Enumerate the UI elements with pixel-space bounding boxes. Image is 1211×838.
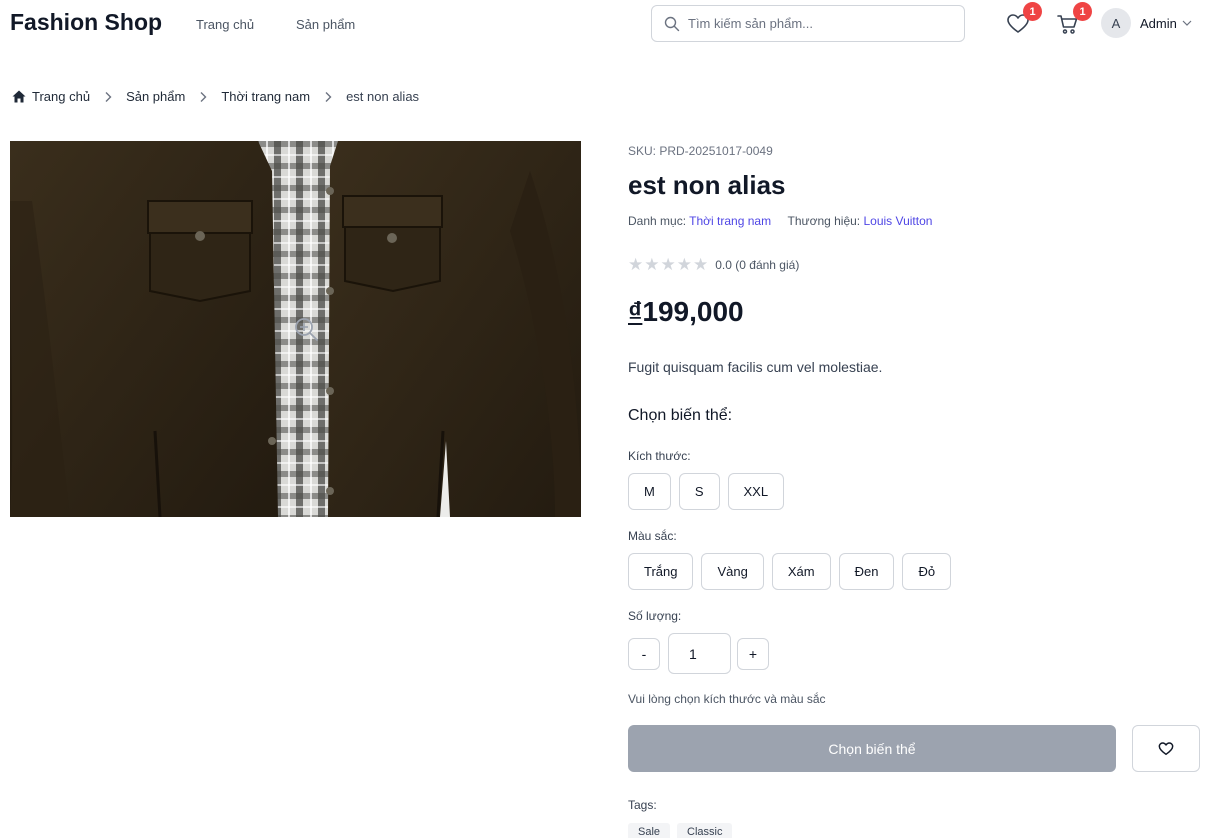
chevron-down-icon: [1182, 20, 1192, 26]
star-icon: ★: [628, 255, 644, 274]
breadcrumb-category[interactable]: Thời trang nam: [221, 89, 310, 104]
star-icon: ★: [644, 255, 660, 274]
color-label: Màu sắc:: [628, 529, 677, 543]
star-icon: ★: [693, 255, 709, 274]
category-link[interactable]: Thời trang nam: [689, 214, 771, 228]
chevron-right-icon: [104, 91, 112, 103]
quantity-input[interactable]: [668, 633, 731, 674]
cart-button[interactable]: 1: [1056, 2, 1092, 36]
product-title: est non alias: [628, 170, 786, 200]
brand-link[interactable]: Louis Vuitton: [863, 214, 932, 228]
product-meta: Danh mục: Thời trang nam Thương hiệu: Lo…: [628, 214, 932, 228]
category-label: Danh mục:: [628, 214, 687, 228]
tags-label: Tags:: [628, 798, 657, 812]
product-image[interactable]: [10, 141, 581, 517]
breadcrumb-current: est non alias: [346, 89, 420, 104]
star-icon: ★: [660, 255, 676, 274]
search-input[interactable]: [688, 16, 948, 31]
size-label: Kích thước:: [628, 449, 691, 463]
breadcrumb-products[interactable]: Sản phẩm: [126, 89, 185, 104]
price-value: 199,000: [642, 296, 744, 327]
search-box[interactable]: [651, 5, 965, 42]
tag-classic[interactable]: Classic: [677, 823, 733, 838]
rating-stars: ★ ★ ★ ★ ★: [628, 256, 709, 273]
color-option-black[interactable]: Đen: [838, 553, 895, 590]
star-icon: ★: [676, 255, 692, 274]
color-option-gray[interactable]: Xám: [771, 553, 831, 590]
brand-logo[interactable]: Fashion Shop: [10, 9, 162, 36]
cart-count-badge: 1: [1073, 2, 1092, 21]
quantity-increase-button[interactable]: +: [737, 637, 769, 670]
brand-label: Thương hiệu:: [787, 214, 861, 228]
heart-icon: [1158, 741, 1174, 755]
quantity-stepper: - +: [628, 633, 769, 674]
header: Fashion Shop Trang chủ Sản phẩm 1 1 A Ad…: [0, 0, 1211, 46]
size-options: M S XXL: [628, 473, 792, 510]
color-option-white[interactable]: Trắng: [628, 553, 694, 590]
add-to-wishlist-button[interactable]: [1132, 725, 1200, 772]
product-description: Fugit quisquam facilis cum vel molestiae…: [628, 359, 883, 375]
quantity-decrease-button[interactable]: -: [628, 637, 660, 670]
variant-hint: Vui lòng chọn kích thước và màu sắc: [628, 692, 826, 706]
wishlist-button[interactable]: 1: [1006, 2, 1042, 36]
select-variant-button[interactable]: Chọn biến thể: [628, 725, 1116, 772]
wishlist-count-badge: 1: [1023, 2, 1042, 21]
chevron-right-icon: [199, 91, 207, 103]
home-icon[interactable]: [12, 90, 26, 103]
size-option-m[interactable]: M: [628, 473, 671, 510]
product-rating: ★ ★ ★ ★ ★ 0.0 (0 đánh giá): [628, 256, 799, 273]
size-option-xxl[interactable]: XXL: [727, 473, 785, 510]
user-name: Admin: [1140, 15, 1177, 31]
variant-title: Chọn biến thể:: [628, 407, 733, 424]
currency-symbol: ₫: [628, 296, 643, 327]
size-option-s[interactable]: S: [678, 473, 720, 510]
zoom-in-icon[interactable]: [292, 315, 320, 343]
color-option-yellow[interactable]: Vàng: [701, 553, 764, 590]
product-price: ₫199,000: [628, 296, 744, 328]
color-options: Trắng Vàng Xám Đen Đỏ: [628, 553, 959, 590]
nav-home[interactable]: Trang chủ: [196, 17, 254, 32]
tag-list: Sale Classic: [628, 823, 739, 838]
quantity-label: Số lượng:: [628, 609, 682, 623]
tag-sale[interactable]: Sale: [628, 823, 671, 838]
nav-products[interactable]: Sản phẩm: [296, 17, 355, 32]
user-menu[interactable]: A Admin: [1101, 8, 1193, 38]
product-sku: SKU: PRD-20251017-0049: [628, 144, 773, 158]
color-option-red[interactable]: Đỏ: [902, 553, 952, 590]
search-icon: [664, 16, 680, 31]
rating-text: 0.0 (0 đánh giá): [715, 257, 800, 272]
breadcrumb: Trang chủ Sản phẩm Thời trang nam est no…: [12, 89, 419, 104]
avatar: A: [1101, 8, 1131, 38]
breadcrumb-home[interactable]: Trang chủ: [32, 89, 90, 104]
chevron-right-icon: [324, 91, 332, 103]
